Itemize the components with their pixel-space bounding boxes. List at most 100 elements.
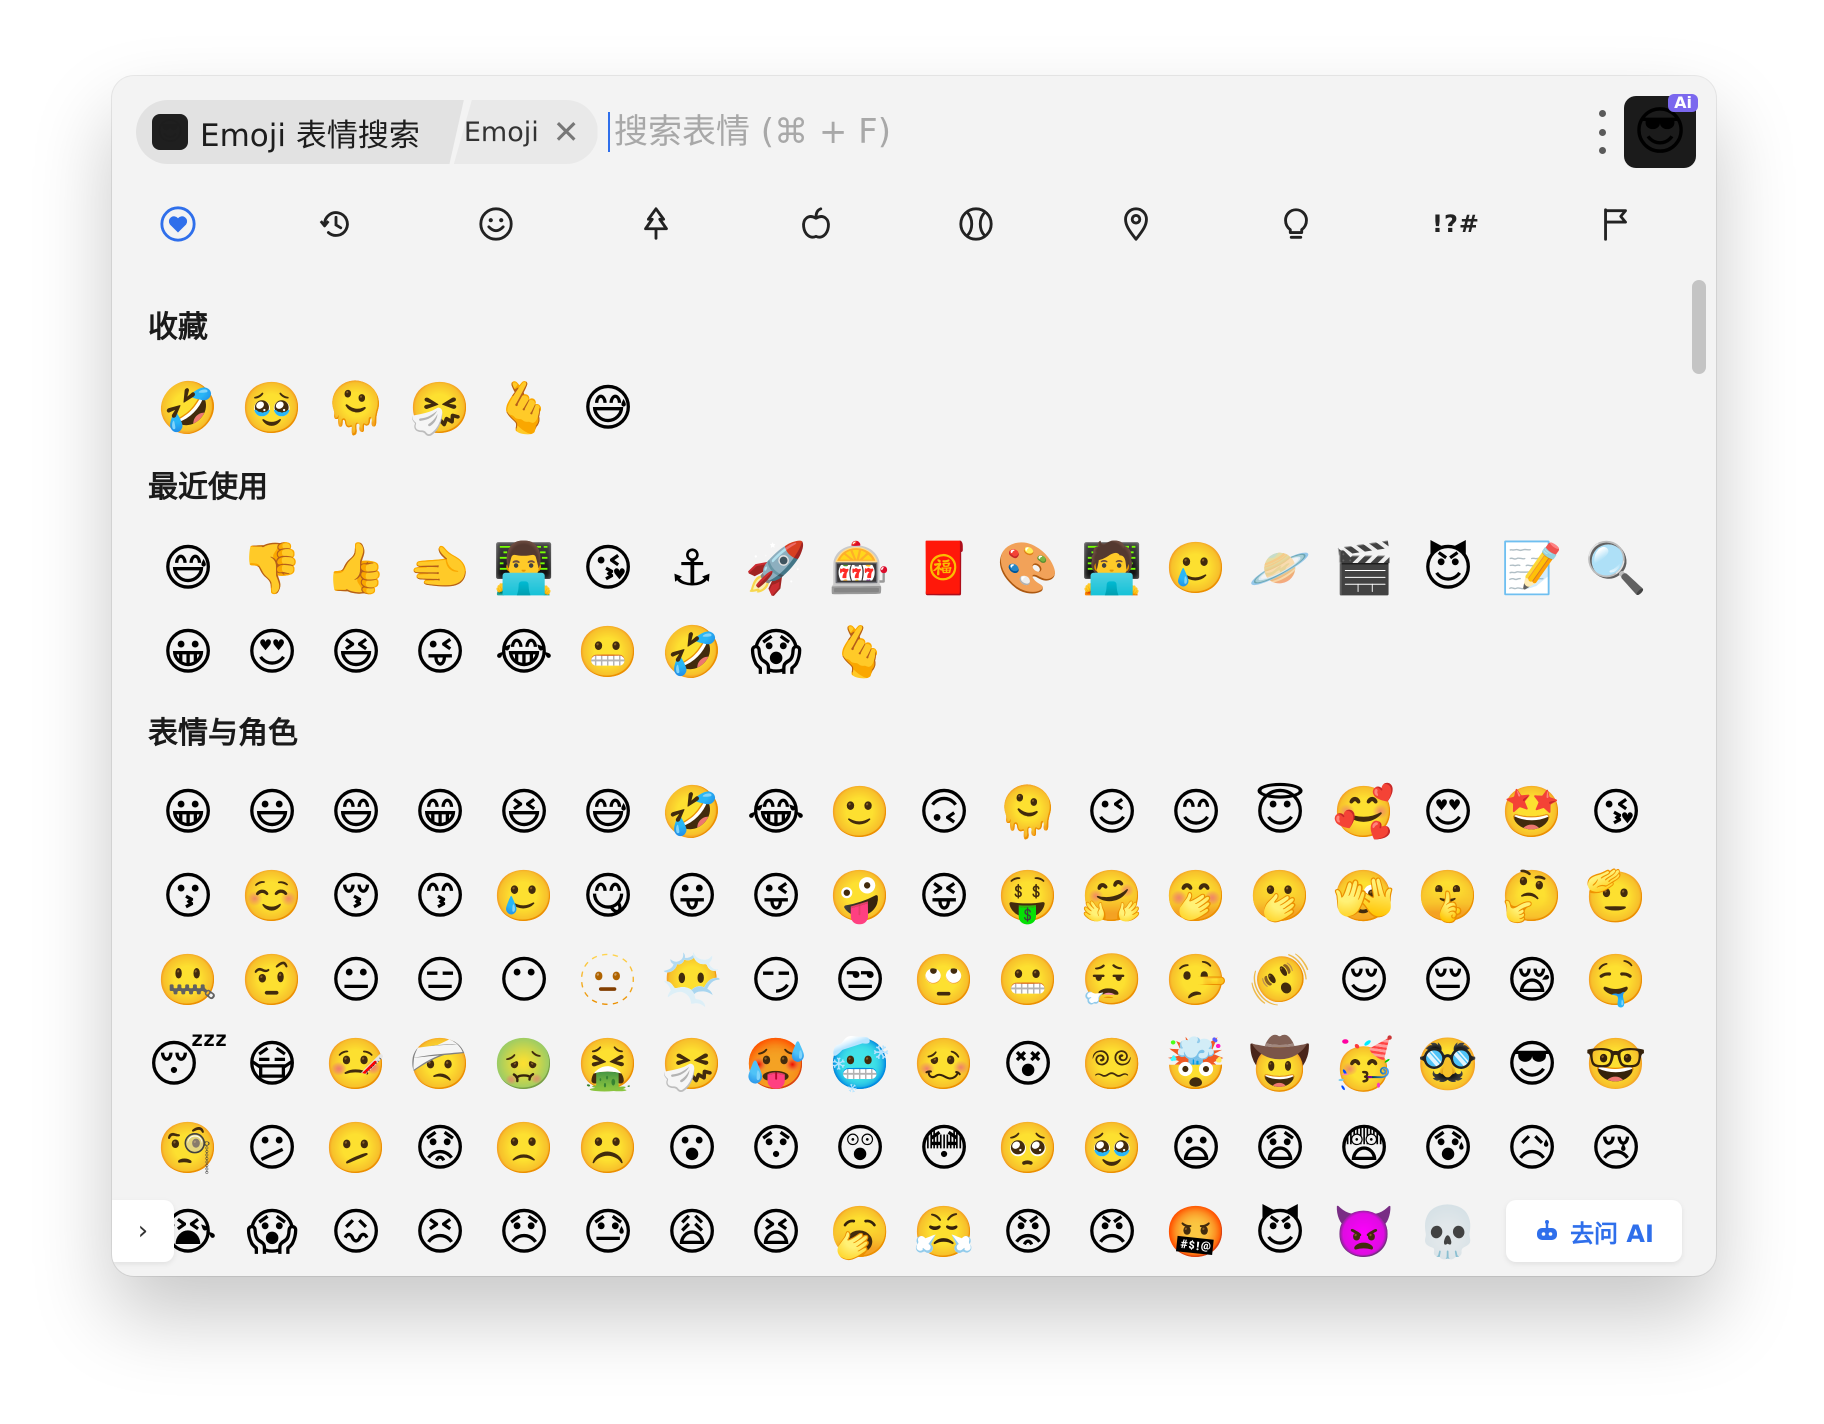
- emoji-cell[interactable]: 😐: [314, 938, 398, 1022]
- more-options-icon[interactable]: [1596, 110, 1608, 154]
- emoji-cell[interactable]: ☹️: [566, 1106, 650, 1190]
- emoji-cell[interactable]: 🤩: [1490, 770, 1574, 854]
- emoji-cell[interactable]: 👍: [314, 526, 398, 610]
- emoji-cell[interactable]: 🤫: [1406, 854, 1490, 938]
- emoji-cell[interactable]: 😍: [1406, 770, 1490, 854]
- emoji-cell[interactable]: 😋: [566, 854, 650, 938]
- emoji-cell[interactable]: 😬: [986, 938, 1070, 1022]
- emoji-cell[interactable]: 👎: [230, 526, 314, 610]
- emoji-cell[interactable]: 🙁: [482, 1106, 566, 1190]
- emoji-cell[interactable]: 😛: [650, 854, 734, 938]
- emoji-cell[interactable]: 🫣: [1322, 854, 1406, 938]
- emoji-cell[interactable]: 😤: [902, 1190, 986, 1274]
- emoji-cell[interactable]: 😡: [986, 1190, 1070, 1274]
- travel-pin-icon[interactable]: [1108, 196, 1164, 252]
- emoji-cell[interactable]: 🎬: [1322, 526, 1406, 610]
- emoji-cell[interactable]: 🙄: [902, 938, 986, 1022]
- emoji-cell[interactable]: 🤗: [1070, 854, 1154, 938]
- emoji-cell[interactable]: 😱: [230, 1190, 314, 1274]
- emoji-cell[interactable]: 😖: [314, 1190, 398, 1274]
- emoji-cell[interactable]: 👨‍💻: [482, 526, 566, 610]
- emoji-cell[interactable]: 🤒: [314, 1022, 398, 1106]
- emoji-cell[interactable]: 🫠: [986, 770, 1070, 854]
- emoji-cell[interactable]: 🎨: [986, 526, 1070, 610]
- search-input[interactable]: [612, 111, 1296, 153]
- emoji-cell[interactable]: 🫤: [314, 1106, 398, 1190]
- emoji-cell[interactable]: 😜: [734, 854, 818, 938]
- emoji-cell[interactable]: 😲: [818, 1106, 902, 1190]
- emoji-cell[interactable]: 😶‍🌫️: [650, 938, 734, 1022]
- emoji-cell[interactable]: 🫰: [818, 610, 902, 694]
- flags-icon[interactable]: [1588, 196, 1644, 252]
- emoji-cell[interactable]: 😪: [1490, 938, 1574, 1022]
- emoji-cell[interactable]: 🤧: [650, 1022, 734, 1106]
- emoji-cell[interactable]: 😩: [650, 1190, 734, 1274]
- emoji-cell[interactable]: 😍: [230, 610, 314, 694]
- emoji-cell[interactable]: 😆: [314, 610, 398, 694]
- food-apple-icon[interactable]: [788, 196, 844, 252]
- scrollbar-thumb[interactable]: [1692, 280, 1706, 374]
- smiley-icon[interactable]: [468, 196, 524, 252]
- emoji-cell[interactable]: 😒: [818, 938, 902, 1022]
- favorites-heart-icon[interactable]: [150, 196, 206, 252]
- emoji-cell[interactable]: 😷: [230, 1022, 314, 1106]
- emoji-cell[interactable]: 🤬: [1154, 1190, 1238, 1274]
- emoji-cell[interactable]: 😆: [482, 770, 566, 854]
- emoji-cell[interactable]: 🤓: [1574, 1022, 1658, 1106]
- emoji-cell[interactable]: 😨: [1322, 1106, 1406, 1190]
- emoji-cell[interactable]: 😮: [650, 1106, 734, 1190]
- emoji-cell[interactable]: 😈: [1406, 526, 1490, 610]
- emoji-cell[interactable]: 🤔: [1490, 854, 1574, 938]
- emoji-cell[interactable]: 🫢: [1238, 854, 1322, 938]
- emoji-cell[interactable]: 🤭: [1154, 854, 1238, 938]
- emoji-cell[interactable]: 🥶: [818, 1022, 902, 1106]
- emoji-cell[interactable]: 🤣: [650, 610, 734, 694]
- emoji-cell[interactable]: 🥹: [1070, 1106, 1154, 1190]
- emoji-cell[interactable]: 😂: [734, 770, 818, 854]
- emoji-cell[interactable]: 😙: [398, 854, 482, 938]
- emoji-cell[interactable]: 🤨: [230, 938, 314, 1022]
- emoji-cell[interactable]: 😜: [398, 610, 482, 694]
- emoji-cell[interactable]: 🤣: [146, 366, 230, 450]
- emoji-cell[interactable]: 😮‍💨: [1070, 938, 1154, 1022]
- emoji-cell[interactable]: 🤧: [398, 366, 482, 450]
- emoji-cell[interactable]: 😓: [566, 1190, 650, 1274]
- emoji-cell[interactable]: 😇: [1238, 770, 1322, 854]
- emoji-cell[interactable]: 😴: [146, 1022, 230, 1106]
- emoji-cell[interactable]: 🥲: [482, 854, 566, 938]
- emoji-cell[interactable]: 😁: [398, 770, 482, 854]
- emoji-cell[interactable]: 😃: [230, 770, 314, 854]
- emoji-cell[interactable]: 😰: [1406, 1106, 1490, 1190]
- emoji-cell[interactable]: 😎: [1490, 1022, 1574, 1106]
- emoji-cell[interactable]: 🥸: [1406, 1022, 1490, 1106]
- emoji-cell[interactable]: 🪐: [1238, 526, 1322, 610]
- emoji-cell[interactable]: 😀: [146, 770, 230, 854]
- tab-emoji-filter[interactable]: Emoji ✕: [453, 100, 598, 164]
- emoji-cell[interactable]: 😚: [314, 854, 398, 938]
- emoji-cell[interactable]: 😝: [902, 854, 986, 938]
- emoji-cell[interactable]: 🫨: [1238, 938, 1322, 1022]
- emoji-cell[interactable]: 🥲: [1154, 526, 1238, 610]
- emoji-cell[interactable]: 🤤: [1574, 938, 1658, 1022]
- emoji-cell[interactable]: 🧧: [902, 526, 986, 610]
- emoji-cell[interactable]: 😕: [230, 1106, 314, 1190]
- expand-sidebar-button[interactable]: ›: [112, 1200, 174, 1262]
- emoji-cell[interactable]: 😗: [146, 854, 230, 938]
- emoji-cell[interactable]: 😔: [1406, 938, 1490, 1022]
- emoji-cell[interactable]: 😉: [1070, 770, 1154, 854]
- recent-clock-icon[interactable]: [308, 196, 364, 252]
- emoji-cell[interactable]: 😊: [1154, 770, 1238, 854]
- emoji-cell[interactable]: 🥰: [1322, 770, 1406, 854]
- emoji-cell[interactable]: 😥: [1490, 1106, 1574, 1190]
- emoji-cell[interactable]: 🥺: [986, 1106, 1070, 1190]
- emoji-cell[interactable]: 😵‍💫: [1070, 1022, 1154, 1106]
- emoji-cell[interactable]: 😧: [1238, 1106, 1322, 1190]
- emoji-cell[interactable]: 😂: [482, 610, 566, 694]
- emoji-cell[interactable]: 😬: [566, 610, 650, 694]
- emoji-cell[interactable]: 🫰: [482, 366, 566, 450]
- emoji-cell[interactable]: 😯: [734, 1106, 818, 1190]
- emoji-cell[interactable]: 😞: [482, 1190, 566, 1274]
- emoji-cell[interactable]: 🤐: [146, 938, 230, 1022]
- emoji-cell[interactable]: ⚓: [650, 526, 734, 610]
- emoji-cell[interactable]: 😅: [566, 366, 650, 450]
